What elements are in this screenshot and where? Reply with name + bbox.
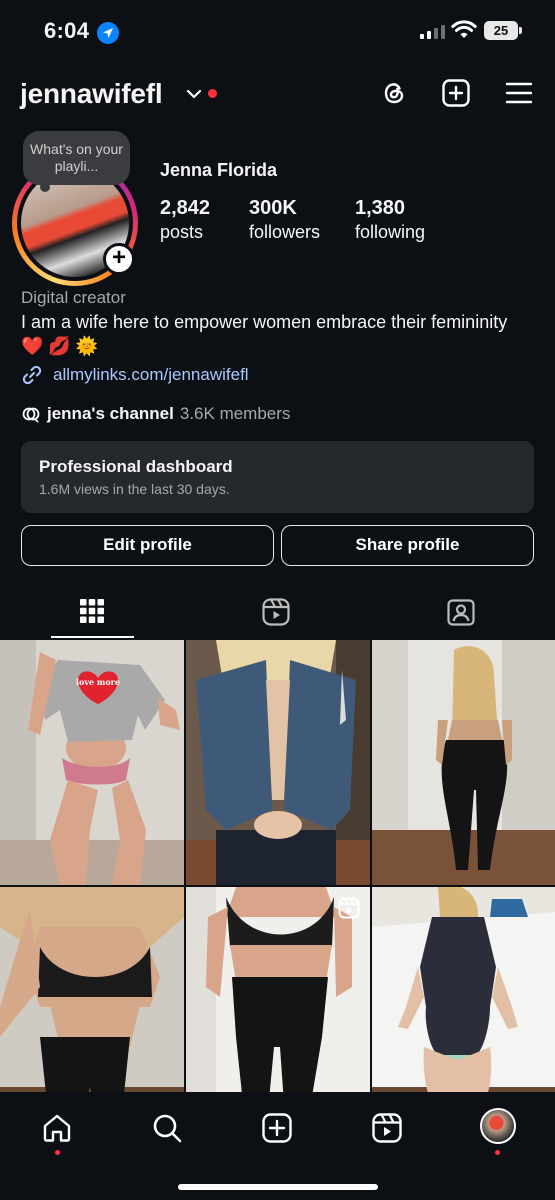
- stat-followers-label: followers: [249, 222, 321, 242]
- reel-badge-icon: [338, 897, 360, 919]
- stat-followers-value: 300K: [249, 197, 297, 219]
- profile-full-name: Jenna Florida: [160, 160, 278, 180]
- profile-bio: I am a wife here to empower women embrac…: [21, 312, 508, 332]
- share-profile-button[interactable]: Share profile: [281, 525, 534, 566]
- home-notification-dot: [55, 1150, 60, 1155]
- menu-icon[interactable]: [504, 78, 534, 108]
- profile-notification-dot: [495, 1150, 500, 1155]
- reels-icon[interactable]: [371, 1112, 403, 1144]
- stat-posts[interactable]: 2,842 posts: [160, 197, 210, 243]
- shirt-text: love more: [76, 677, 120, 687]
- stat-following-value: 1,380: [355, 197, 406, 219]
- bio-link[interactable]: allmylinks.com/jennawifefl: [21, 364, 249, 386]
- post-thumbnail[interactable]: [186, 640, 370, 885]
- post-thumbnail[interactable]: love more: [0, 640, 184, 885]
- post-thumbnail[interactable]: [372, 640, 555, 885]
- create-icon[interactable]: [261, 1112, 293, 1144]
- notification-dot: [208, 89, 217, 98]
- battery-cap: [519, 27, 522, 34]
- wifi-icon: [451, 20, 477, 38]
- location-arrow-icon: [97, 22, 119, 44]
- home-icon[interactable]: [41, 1112, 73, 1144]
- active-tab-indicator: [51, 636, 134, 638]
- status-time: 6:04: [44, 18, 90, 43]
- create-post-icon[interactable]: [441, 78, 471, 108]
- stat-following-label: following: [355, 222, 426, 242]
- broadcast-channel[interactable]: jenna's channel 3.6K members: [21, 404, 290, 424]
- channel-icon: [22, 407, 40, 423]
- reels-icon: [262, 598, 290, 626]
- status-bar: 6:04 25: [0, 0, 555, 62]
- profile-username[interactable]: jennawifefl: [20, 78, 163, 110]
- cellular-signal-icon: [420, 23, 445, 39]
- dashboard-subtitle: 1.6M views in the last 30 days.: [39, 481, 230, 497]
- tab-tagged[interactable]: [370, 586, 555, 640]
- link-icon: [22, 365, 42, 385]
- home-indicator: [178, 1184, 378, 1190]
- battery-indicator: 25: [484, 21, 518, 40]
- threads-icon[interactable]: [379, 78, 409, 108]
- dashboard-title: Professional dashboard: [39, 457, 233, 476]
- edit-profile-button[interactable]: Edit profile: [21, 525, 274, 566]
- stat-posts-label: posts: [160, 222, 204, 242]
- bio-link-text[interactable]: allmylinks.com/jennawifefl: [53, 365, 249, 385]
- add-story-button[interactable]: +: [103, 243, 135, 275]
- profile-note-bubble[interactable]: What's on your playli...: [23, 131, 130, 185]
- stat-posts-value: 2,842: [160, 197, 211, 219]
- tab-reels[interactable]: [185, 586, 370, 640]
- channel-name[interactable]: jenna's channel: [47, 404, 174, 424]
- stat-following[interactable]: 1,380 following: [355, 197, 425, 243]
- chevron-down-icon[interactable]: [186, 88, 202, 100]
- tab-posts-grid[interactable]: [0, 586, 185, 640]
- grid-icon: [80, 599, 104, 623]
- tagged-icon: [447, 599, 475, 626]
- bio-emojis: ❤️ 💋 🌞: [21, 336, 99, 356]
- profile-category: Digital creator: [21, 288, 126, 307]
- channel-members: 3.6K members: [179, 404, 291, 423]
- profile-tabs: [0, 586, 555, 640]
- profile-avatar[interactable]: [480, 1108, 516, 1144]
- search-icon[interactable]: [151, 1112, 183, 1144]
- professional-dashboard-card[interactable]: Professional dashboard 1.6M views in the…: [21, 441, 534, 513]
- stat-followers[interactable]: 300K followers: [249, 197, 320, 243]
